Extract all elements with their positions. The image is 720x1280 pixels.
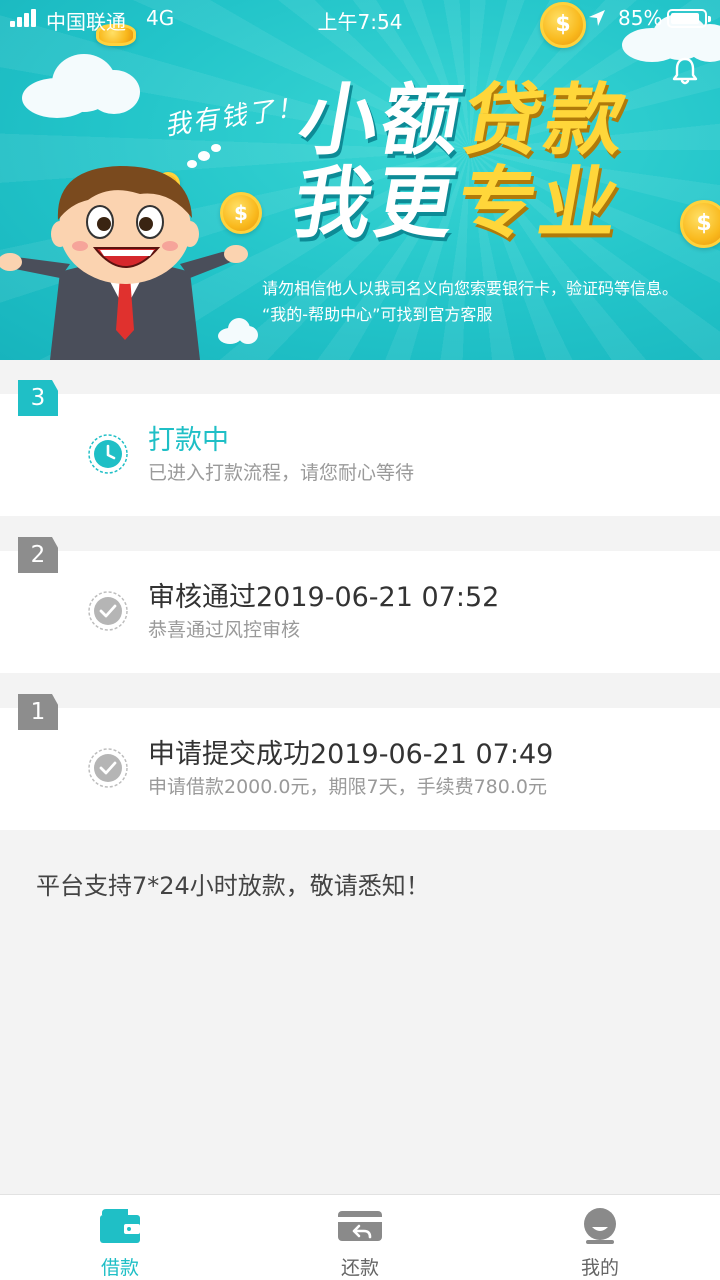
profile-icon [584,1208,616,1244]
banner-title-white: 小额 [292,76,472,166]
step-subtitle: 恭喜通过风控审核 [148,619,301,641]
status-bar: 中国联通 4G 上午7:54 85% [0,0,720,38]
tab-borrow[interactable]: 借款 [0,1195,240,1280]
tab-label: 还款 [340,1257,379,1279]
wallet-icon [100,1209,140,1243]
promo-banner[interactable]: $ $ $ $ 中国联通 4G 上午7:54 85% 我有钱了！ 小额贷款 我更… [0,0,720,360]
coin-icon: $ [680,200,720,248]
banner-notice: 请勿相信他人以我司名义向您索要银行卡，验证码等信息。 “我的-帮助中心”可找到官… [262,276,678,328]
step-number-badge: 1 [18,694,58,730]
step-title: 打款中 [148,425,229,456]
notice-line-2: “我的-帮助中心”可找到官方客服 [262,305,493,324]
step-subtitle: 已进入打款流程，请您耐心等待 [148,462,415,484]
tab-mine[interactable]: 我的 [480,1195,720,1280]
step-number-badge: 2 [18,537,58,573]
battery-icon [667,9,711,28]
notice-line-1: 请勿相信他人以我司名义向您索要银行卡，验证码等信息。 [262,279,679,298]
step-number-badge: 3 [18,380,58,416]
tab-label: 借款 [100,1257,139,1279]
check-icon [88,748,128,788]
step-subtitle: 申请借款2000.0元，期限7天，手续费780.0元 [148,776,547,798]
step-title: 审核通过2019-06-21 07:52 [148,582,500,613]
progress-step: 1 申请提交成功2019-06-21 07:49 申请借款2000.0元，期限7… [0,694,720,830]
status-time: 上午7:54 [317,10,403,34]
disbursement-notice: 平台支持7*24小时放款，敬请悉知！ [36,872,430,900]
clock-icon [88,434,128,474]
banner-title-line2: 我更专业 [286,159,630,249]
location-arrow-icon [589,10,605,26]
banner-title-yellow: 贷款 [456,76,636,166]
cartoon-man-illustration [0,166,248,360]
bottom-tab-bar: 借款 还款 我的 [0,1194,720,1280]
banner-title-line1: 小额贷款 [292,76,636,166]
progress-step: 3 打款中 已进入打款流程，请您耐心等待 [0,380,720,516]
repay-card-icon [338,1211,382,1241]
banner-title-white: 我更 [286,159,466,249]
progress-step: 2 审核通过2019-06-21 07:52 恭喜通过风控审核 [0,537,720,673]
bell-icon[interactable] [672,56,698,86]
cloud-left [22,40,142,120]
step-title: 申请提交成功2019-06-21 07:49 [148,739,554,770]
check-icon [88,591,128,631]
battery-percent: 85% [618,6,663,30]
tab-label: 我的 [580,1257,619,1279]
tab-repay[interactable]: 还款 [240,1195,480,1280]
banner-title-yellow: 专业 [450,159,630,249]
